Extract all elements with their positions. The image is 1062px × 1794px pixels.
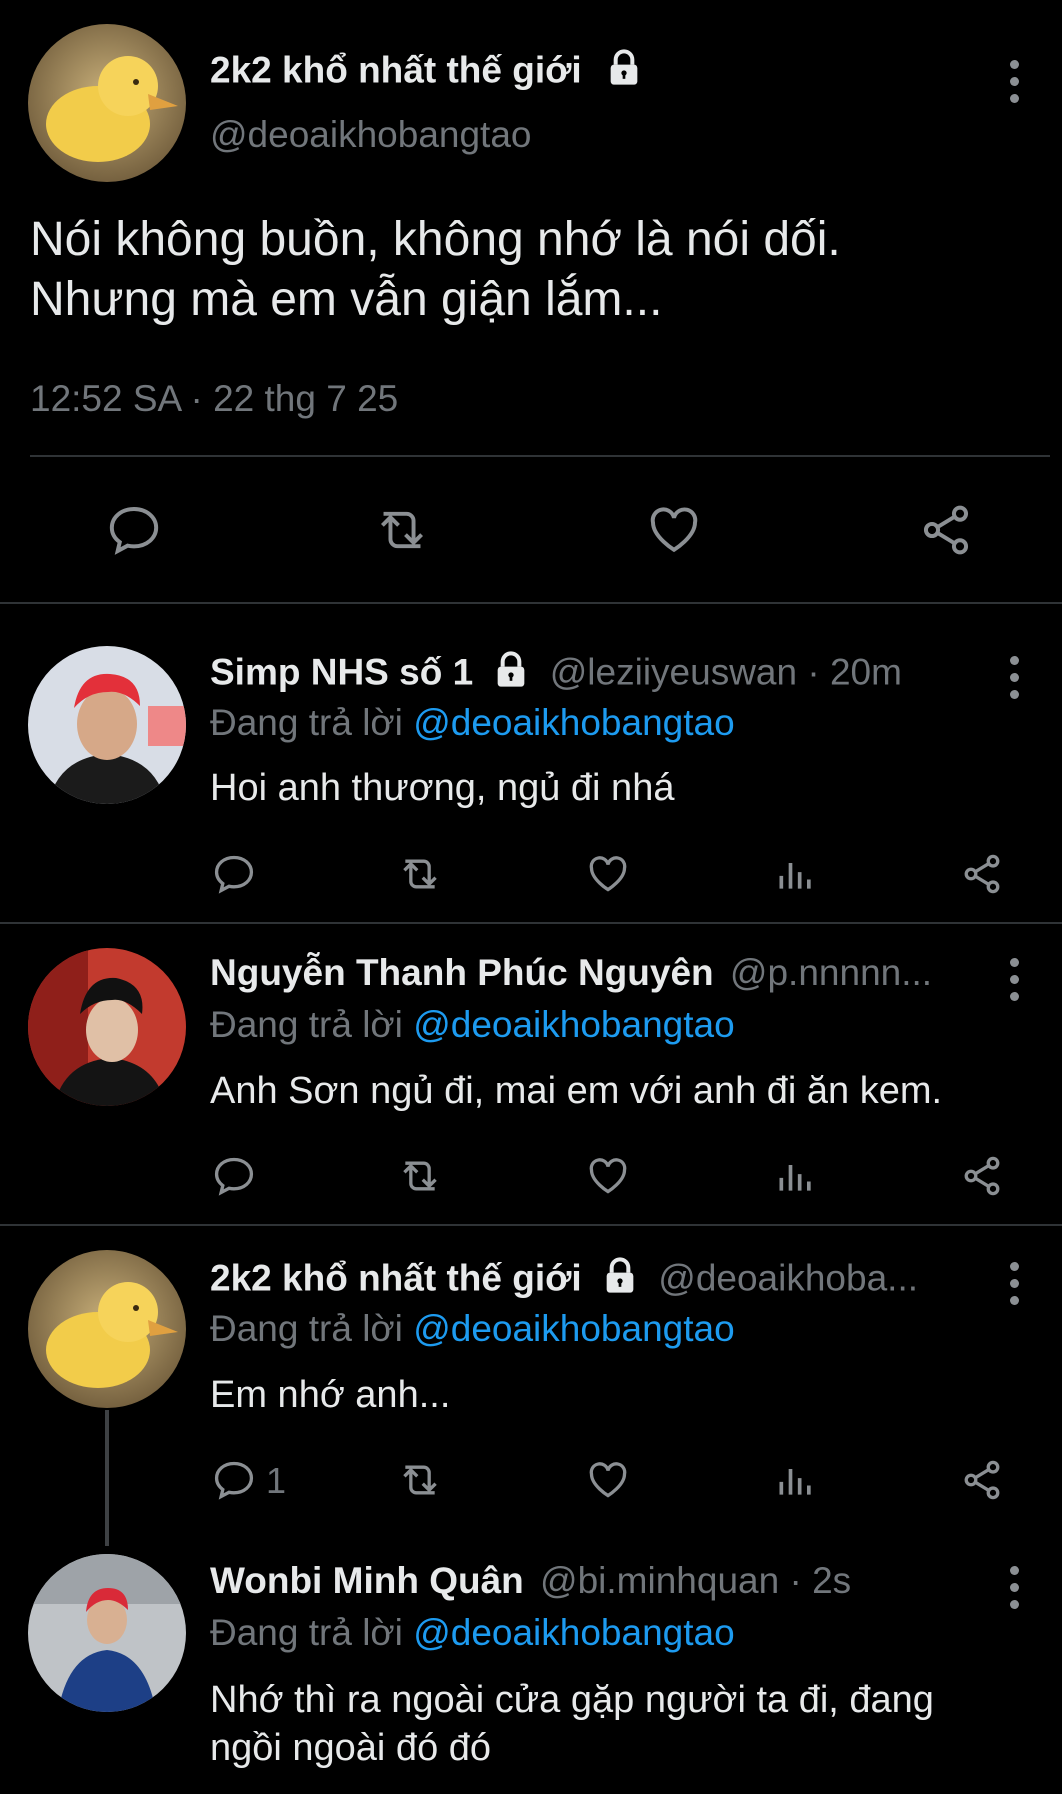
- reply-icon[interactable]: [106, 502, 162, 558]
- more-options-icon[interactable]: [1008, 958, 1020, 1009]
- handle-time[interactable]: @leziiyeuswan · 20m: [550, 651, 902, 692]
- handle-time[interactable]: @bi.minhquan · 2s: [540, 1560, 851, 1601]
- replying-prefix: Đang trả lời: [210, 702, 403, 743]
- lock-icon: [600, 1256, 640, 1305]
- main-display-name[interactable]: 2k2 khổ nhất thế giới: [210, 48, 644, 97]
- tweet-text-line: Nhưng mà em vẫn giận lắm...: [30, 273, 663, 326]
- reply-text: Anh Sơn ngủ đi, mai em với anh đi ăn kem…: [210, 1070, 943, 1112]
- views-icon[interactable]: [774, 1458, 818, 1502]
- more-options-icon[interactable]: [1008, 60, 1020, 111]
- replying-prefix: Đang trả lời: [210, 1004, 403, 1045]
- mention-link[interactable]: @deoaikhobangtao: [413, 1004, 735, 1045]
- handle-time[interactable]: @p.nnnnn...: [730, 952, 932, 993]
- avatar-main[interactable]: [28, 24, 186, 182]
- avatar-reply[interactable]: [28, 1250, 186, 1408]
- section-divider: [0, 922, 1062, 924]
- share-icon[interactable]: [960, 852, 1004, 896]
- reply-text: Hoi anh thương, ngủ đi nhá: [210, 767, 675, 809]
- mention-link[interactable]: @deoaikhobangtao: [413, 1612, 735, 1653]
- like-icon[interactable]: [586, 852, 630, 896]
- reply-text-line: Nhớ thì ra ngoài cửa gặp người ta đi, đa…: [210, 1679, 934, 1721]
- reply-header: Simp NHS số 1 @leziiyeuswan · 20m: [210, 650, 902, 699]
- display-name[interactable]: 2k2 khổ nhất thế giới: [210, 1257, 582, 1298]
- share-icon[interactable]: [960, 1458, 1004, 1502]
- reply-count: 1: [266, 1460, 287, 1501]
- share-icon[interactable]: [960, 1154, 1004, 1198]
- tweet-text: Nói không buồn, không nhớ là nói dối. Nh…: [30, 210, 841, 330]
- retweet-icon[interactable]: [396, 1458, 444, 1502]
- replying-to: Đang trả lời @deoaikhobangtao: [210, 1004, 735, 1046]
- mention-link[interactable]: @deoaikhobangtao: [413, 702, 735, 743]
- like-icon[interactable]: [586, 1458, 630, 1502]
- tweet-timestamp[interactable]: 12:52 SA · 22 thg 7 25: [30, 378, 398, 420]
- views-icon[interactable]: [774, 852, 818, 896]
- views-icon[interactable]: [774, 1154, 818, 1198]
- replying-prefix: Đang trả lời: [210, 1308, 403, 1349]
- reply-text-line: ngồi ngoài đó đó: [210, 1727, 492, 1769]
- more-options-icon[interactable]: [1008, 656, 1020, 707]
- like-icon[interactable]: [586, 1154, 630, 1198]
- lock-icon: [604, 48, 644, 97]
- avatar-reply[interactable]: [28, 1554, 186, 1712]
- retweet-icon[interactable]: [372, 502, 432, 558]
- more-options-icon[interactable]: [1008, 1262, 1020, 1313]
- reply-header: 2k2 khổ nhất thế giới @deoaikhoba...: [210, 1256, 918, 1305]
- reply-header: Wonbi Minh Quân @bi.minhquan · 2s: [210, 1560, 851, 1602]
- mention-link[interactable]: @deoaikhobangtao: [413, 1308, 735, 1349]
- replying-to: Đang trả lời @deoaikhobangtao: [210, 1308, 735, 1350]
- like-icon[interactable]: [646, 502, 702, 558]
- reply-icon[interactable]: [212, 1458, 256, 1502]
- replying-to: Đang trả lời @deoaikhobangtao: [210, 702, 735, 744]
- reply-icon[interactable]: [212, 1154, 256, 1198]
- display-name: 2k2 khổ nhất thế giới: [210, 49, 582, 91]
- retweet-icon[interactable]: [396, 1154, 444, 1198]
- more-options-icon[interactable]: [1008, 1566, 1020, 1617]
- reply-text: Em nhớ anh...: [210, 1374, 451, 1416]
- display-name[interactable]: Wonbi Minh Quân: [210, 1560, 524, 1601]
- avatar-reply[interactable]: [28, 646, 186, 804]
- lock-icon: [491, 650, 531, 699]
- replying-prefix: Đang trả lời: [210, 1612, 403, 1653]
- main-handle[interactable]: @deoaikhobangtao: [210, 114, 532, 156]
- display-name[interactable]: Nguyễn Thanh Phúc Nguyên: [210, 952, 714, 993]
- main-divider: [30, 455, 1050, 457]
- handle-time[interactable]: @deoaikhoba...: [658, 1257, 918, 1298]
- reply-header: Nguyễn Thanh Phúc Nguyên @p.nnnnn...: [210, 952, 932, 994]
- replying-to: Đang trả lời @deoaikhobangtao: [210, 1612, 735, 1654]
- tweet-text-line: Nói không buồn, không nhớ là nói dối.: [30, 213, 841, 266]
- reply-text: Nhớ thì ra ngoài cửa gặp người ta đi, đa…: [210, 1676, 934, 1772]
- section-divider: [0, 602, 1062, 604]
- display-name[interactable]: Simp NHS số 1: [210, 651, 473, 692]
- section-divider: [0, 1224, 1062, 1226]
- retweet-icon[interactable]: [396, 852, 444, 896]
- thread-line: [105, 1410, 109, 1546]
- reply-icon[interactable]: [212, 852, 256, 896]
- share-icon[interactable]: [918, 502, 974, 558]
- avatar-reply[interactable]: [28, 948, 186, 1106]
